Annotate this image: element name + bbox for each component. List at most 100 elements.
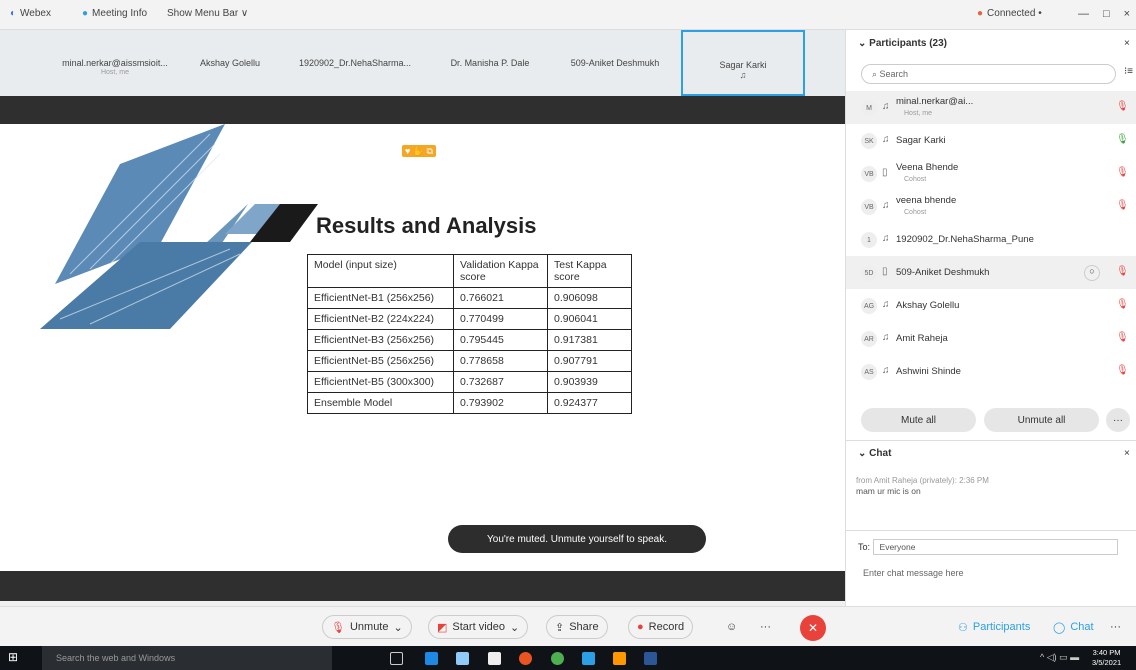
search-icon: ⌕: [872, 69, 880, 79]
table-header: Validation Kappa score: [453, 254, 548, 288]
chat-icon[interactable]: ○: [1084, 265, 1100, 281]
video-tile[interactable]: minal.nerkar@aissmsioit... Host, me: [55, 30, 175, 96]
headset-icon: ♫: [882, 365, 890, 376]
title-bar: ◐ Webex ● Meeting Info Show Menu Bar ∨ ● Co…: [0, 0, 1136, 30]
maximize-button[interactable]: □: [1103, 8, 1110, 20]
table-row: EfficientNet-B5 (256x256) 0.778658 0.90779…: [307, 350, 632, 372]
participant-row[interactable]: VB ▯ Veena Bhende Cohost 🎙: [846, 157, 1136, 190]
mic-muted-icon: 🎙: [331, 621, 345, 634]
headset-icon: ♫: [882, 332, 890, 343]
word-icon[interactable]: [644, 652, 657, 665]
reactions-button[interactable]: ☺: [718, 615, 745, 639]
explorer-icon[interactable]: [456, 652, 469, 665]
avatar: VB: [861, 166, 877, 182]
participants-tab-button[interactable]: ⚇ Participants: [950, 615, 1038, 639]
webex-menu[interactable]: ◐ Webex: [10, 8, 51, 19]
panel-more-button[interactable]: ···: [1102, 615, 1129, 639]
windows-start-icon[interactable]: ⊞: [8, 650, 18, 664]
table-row: Ensemble Model 0.793902 0.924377: [307, 392, 632, 414]
panel-more-button[interactable]: ···: [1106, 408, 1130, 432]
mute-all-button[interactable]: Mute all: [861, 408, 976, 432]
connected-icon: ●: [977, 8, 984, 19]
system-tray-icons[interactable]: ^ ◁) ▭ ▬: [1040, 652, 1079, 663]
list-sort-icon[interactable]: ⁝≡: [1124, 66, 1133, 77]
participant-row[interactable]: AR ♫ Amit Raheja 🎙: [846, 322, 1136, 355]
taskbar-clock[interactable]: 3:40 PM 3/5/2021: [1092, 648, 1121, 668]
table-header-row: Model (input size) Validation Kappa scor…: [307, 254, 632, 288]
meeting-info-button[interactable]: ● Meeting Info: [82, 8, 147, 19]
mic-muted-icon[interactable]: 🎙: [1116, 200, 1129, 211]
headset-icon: ♫: [882, 233, 890, 244]
participant-row[interactable]: 5D ▯ 509-Aniket Deshmukh ○ 🎙: [846, 256, 1136, 289]
avatar: AG: [861, 298, 877, 314]
chat-message-input[interactable]: Enter chat message here: [863, 568, 964, 578]
avatar: VB: [861, 199, 877, 215]
mic-muted-icon[interactable]: 🎙: [1116, 266, 1129, 277]
participant-row[interactable]: 1 ♫ 1920902_Dr.NehaSharma_Pune: [846, 223, 1136, 256]
chat-header[interactable]: ⌄ Chat: [858, 448, 891, 459]
phone-icon: ▯: [882, 167, 888, 178]
unmute-all-button[interactable]: Unmute all: [984, 408, 1099, 432]
phone-icon: ▯: [882, 266, 888, 277]
more-options-button[interactable]: ···: [752, 615, 779, 639]
table-row: EfficientNet-B5 (300x300) 0.732687 0.90393…: [307, 371, 632, 393]
chrome-icon[interactable]: [551, 652, 564, 665]
mic-on-icon[interactable]: 🎙: [1116, 134, 1129, 145]
video-tile[interactable]: Akshay Golellu: [180, 30, 280, 96]
table-header: Test Kappa score: [547, 254, 632, 288]
reaction-icon: ♥ ✋ ⧉: [402, 145, 436, 157]
participant-row[interactable]: VB ♫ veena bhende Cohost 🎙: [846, 190, 1136, 223]
vlc-icon[interactable]: [613, 652, 626, 665]
chat-message: from Amit Raheja (privately): 2:36 PM ma…: [856, 476, 989, 496]
unmute-button[interactable]: 🎙 Unmute ⌄: [322, 615, 412, 639]
mic-muted-icon[interactable]: 🎙: [1116, 167, 1129, 178]
start-video-button[interactable]: ◩ Start video ⌄: [428, 615, 529, 639]
participant-search-input[interactable]: ⌕ Search: [861, 64, 1116, 84]
leave-meeting-button[interactable]: ✕: [800, 615, 826, 641]
firefox-icon[interactable]: [519, 652, 532, 665]
share-button[interactable]: ⇪ Share: [546, 615, 608, 639]
info-icon: ●: [82, 8, 89, 19]
results-table: Model (input size) Validation Kappa scor…: [307, 254, 632, 414]
avatar: M: [861, 100, 877, 116]
task-view-icon[interactable]: [390, 652, 403, 665]
connection-status[interactable]: ● Connected •: [977, 8, 1042, 19]
reaction-icons[interactable]: ♥ ✋ ⧉: [402, 145, 436, 157]
video-tile[interactable]: 1920902_Dr.NehaSharma...: [290, 30, 420, 96]
table-header: Model (input size): [307, 254, 454, 288]
recipient-selector[interactable]: To: Everyone: [858, 539, 1118, 555]
headset-icon: ♫: [882, 134, 890, 145]
participant-row[interactable]: SK ♫ Sagar Karki 🎙: [846, 124, 1136, 157]
participant-row[interactable]: AS ♫ Ashwini Shinde 🎙: [846, 355, 1136, 388]
headset-icon: ♫: [882, 101, 890, 112]
people-icon: ⚇: [958, 621, 968, 634]
show-menu-bar-button[interactable]: Show Menu Bar ∨: [167, 8, 248, 19]
avatar: AR: [861, 331, 877, 347]
close-button[interactable]: ×: [1124, 8, 1130, 20]
table-row: EfficientNet-B2 (224x224) 0.770499 0.90604…: [307, 308, 632, 330]
video-strip: minal.nerkar@aissmsioit... Host, me Aksha…: [0, 30, 845, 96]
headset-icon: ♫: [882, 200, 890, 211]
mic-muted-icon[interactable]: 🎙: [1116, 299, 1129, 310]
close-icon[interactable]: ×: [1124, 448, 1130, 459]
chat-tab-button[interactable]: ◯ Chat: [1045, 615, 1102, 639]
speaker-icon: ♫: [739, 70, 747, 80]
edge-icon[interactable]: [425, 652, 438, 665]
participants-header[interactable]: ⌄ Participants (23): [858, 38, 947, 49]
mic-muted-icon[interactable]: 🎙: [1116, 332, 1129, 343]
webex-icon: ◐: [10, 8, 17, 19]
video-tile[interactable]: Dr. Manisha P. Dale: [430, 30, 550, 96]
video-tile-active[interactable]: Sagar Karki ♫: [681, 30, 805, 96]
participant-row[interactable]: M ♫ minal.nerkar@ai... Host, me 🎙: [846, 91, 1136, 124]
record-button[interactable]: ● Record: [628, 615, 694, 639]
close-icon[interactable]: ×: [1124, 38, 1130, 49]
webex-taskbar-icon[interactable]: [582, 652, 595, 665]
store-icon[interactable]: [488, 652, 501, 665]
mic-muted-icon[interactable]: 🎙: [1116, 365, 1129, 376]
divider: [846, 530, 1136, 531]
video-tile[interactable]: 509-Aniket Deshmukh: [555, 30, 675, 96]
mic-muted-icon[interactable]: 🎙: [1116, 101, 1129, 112]
participant-row[interactable]: AG ♫ Akshay Golellu 🎙: [846, 289, 1136, 322]
taskbar-search-input[interactable]: Search the web and Windows: [42, 646, 332, 670]
minimize-button[interactable]: —: [1078, 8, 1089, 20]
